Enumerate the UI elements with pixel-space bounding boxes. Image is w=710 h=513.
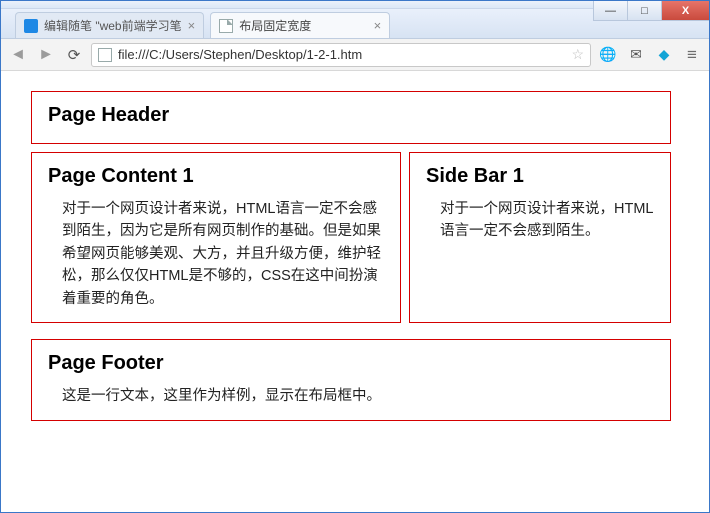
- favicon-icon: [24, 19, 38, 33]
- globe-icon[interactable]: 🌐: [597, 44, 619, 66]
- sidebar1-box: Side Bar 1 对于一个网页设计者来说，HTML语言一定不会感到陌生。: [409, 152, 671, 323]
- back-button[interactable]: ◄: [7, 44, 29, 66]
- page-icon: [98, 48, 112, 62]
- url-text: file:///C:/Users/Stephen/Desktop/1-2-1.h…: [118, 47, 565, 62]
- tab-close-icon[interactable]: ×: [374, 18, 382, 33]
- window-controls: — □ X: [593, 1, 709, 21]
- minimize-button[interactable]: —: [593, 1, 627, 21]
- tab-2[interactable]: 布局固定宽度 ×: [210, 12, 390, 38]
- page-header-box: Page Header: [31, 91, 671, 144]
- maximize-button[interactable]: □: [627, 1, 661, 21]
- tab-close-icon[interactable]: ×: [188, 18, 196, 33]
- window-titlebar: — □ X: [1, 1, 709, 9]
- tab-title: 编辑随笔 "web前端学习笔: [44, 17, 182, 34]
- sidebar1-title: Side Bar 1: [426, 165, 654, 188]
- content-row: Page Content 1 对于一个网页设计者来说，HTML语言一定不会感到陌…: [31, 152, 671, 331]
- footer-box: Page Footer 这是一行文本，这里作为样例，显示在布局框中。: [31, 339, 671, 420]
- footer-title: Page Footer: [48, 352, 654, 375]
- toolbar: ◄ ► ⟳ file:///C:/Users/Stephen/Desktop/1…: [1, 39, 709, 71]
- mail-icon[interactable]: ✉: [625, 44, 647, 66]
- page-viewport: Page Header Page Content 1 对于一个网页设计者来说，H…: [1, 71, 709, 512]
- menu-icon[interactable]: ≡: [681, 44, 703, 66]
- tag-icon[interactable]: ◆: [653, 44, 675, 66]
- content1-title: Page Content 1: [48, 165, 384, 188]
- page-container: Page Header Page Content 1 对于一个网页设计者来说，H…: [31, 91, 671, 421]
- forward-button[interactable]: ►: [35, 44, 57, 66]
- close-button[interactable]: X: [661, 1, 709, 21]
- address-bar[interactable]: file:///C:/Users/Stephen/Desktop/1-2-1.h…: [91, 43, 591, 67]
- content1-box: Page Content 1 对于一个网页设计者来说，HTML语言一定不会感到陌…: [31, 152, 401, 323]
- sidebar1-body: 对于一个网页设计者来说，HTML语言一定不会感到陌生。: [426, 198, 654, 243]
- page-header-title: Page Header: [48, 104, 654, 127]
- tab-title: 布局固定宽度: [239, 17, 367, 34]
- reload-button[interactable]: ⟳: [63, 44, 85, 66]
- footer-body: 这是一行文本，这里作为样例，显示在布局框中。: [48, 385, 654, 407]
- tab-1[interactable]: 编辑随笔 "web前端学习笔 ×: [15, 12, 204, 38]
- content1-body: 对于一个网页设计者来说，HTML语言一定不会感到陌生，因为它是所有网页制作的基础…: [48, 198, 384, 310]
- bookmark-star-icon[interactable]: ☆: [571, 46, 584, 63]
- browser-window: — □ X 编辑随笔 "web前端学习笔 × 布局固定宽度 × ◄ ► ⟳ fi…: [0, 0, 710, 513]
- favicon-icon: [219, 19, 233, 33]
